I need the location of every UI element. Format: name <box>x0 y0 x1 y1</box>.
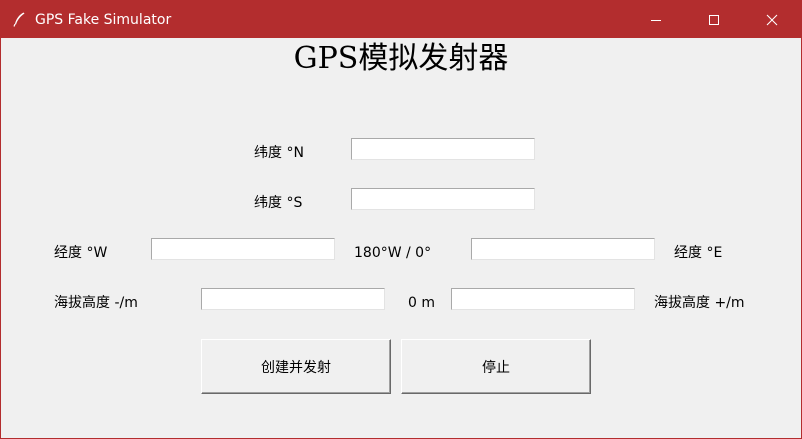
start-broadcast-button[interactable]: 创建并发射 <box>201 339 391 394</box>
minimize-button[interactable] <box>627 1 685 38</box>
lat-north-input[interactable] <box>351 138 535 160</box>
alt-neg-label: 海拔高度 -/m <box>54 295 138 311</box>
close-button[interactable] <box>743 1 801 38</box>
lat-south-label: 纬度 °S <box>254 195 303 211</box>
alt-middle-label: 0 m <box>408 295 435 311</box>
lon-middle-label: 180°W / 0° <box>354 245 432 261</box>
lon-west-label: 经度 °W <box>54 245 108 261</box>
alt-pos-label: 海拔高度 +/m <box>654 295 745 311</box>
page-title: GPS模拟发射器 <box>293 41 509 76</box>
lon-east-input[interactable] <box>471 238 655 260</box>
window-title: GPS Fake Simulator <box>35 12 172 28</box>
feather-icon <box>11 11 27 27</box>
close-icon <box>766 14 778 26</box>
alt-pos-input[interactable] <box>451 288 635 310</box>
alt-neg-input[interactable] <box>201 288 385 310</box>
maximize-icon <box>708 14 720 26</box>
minimize-icon <box>650 14 662 26</box>
lat-south-input[interactable] <box>351 188 535 210</box>
title-bar[interactable]: GPS Fake Simulator <box>1 1 801 38</box>
app-window: GPS Fake Simulator GPS模拟发射器 纬度 °N 纬度 °S <box>0 0 802 439</box>
maximize-button[interactable] <box>685 1 743 38</box>
stop-button[interactable]: 停止 <box>401 339 591 394</box>
lat-north-label: 纬度 °N <box>254 145 304 161</box>
lon-east-label: 经度 °E <box>674 245 723 261</box>
lon-west-input[interactable] <box>151 238 335 260</box>
